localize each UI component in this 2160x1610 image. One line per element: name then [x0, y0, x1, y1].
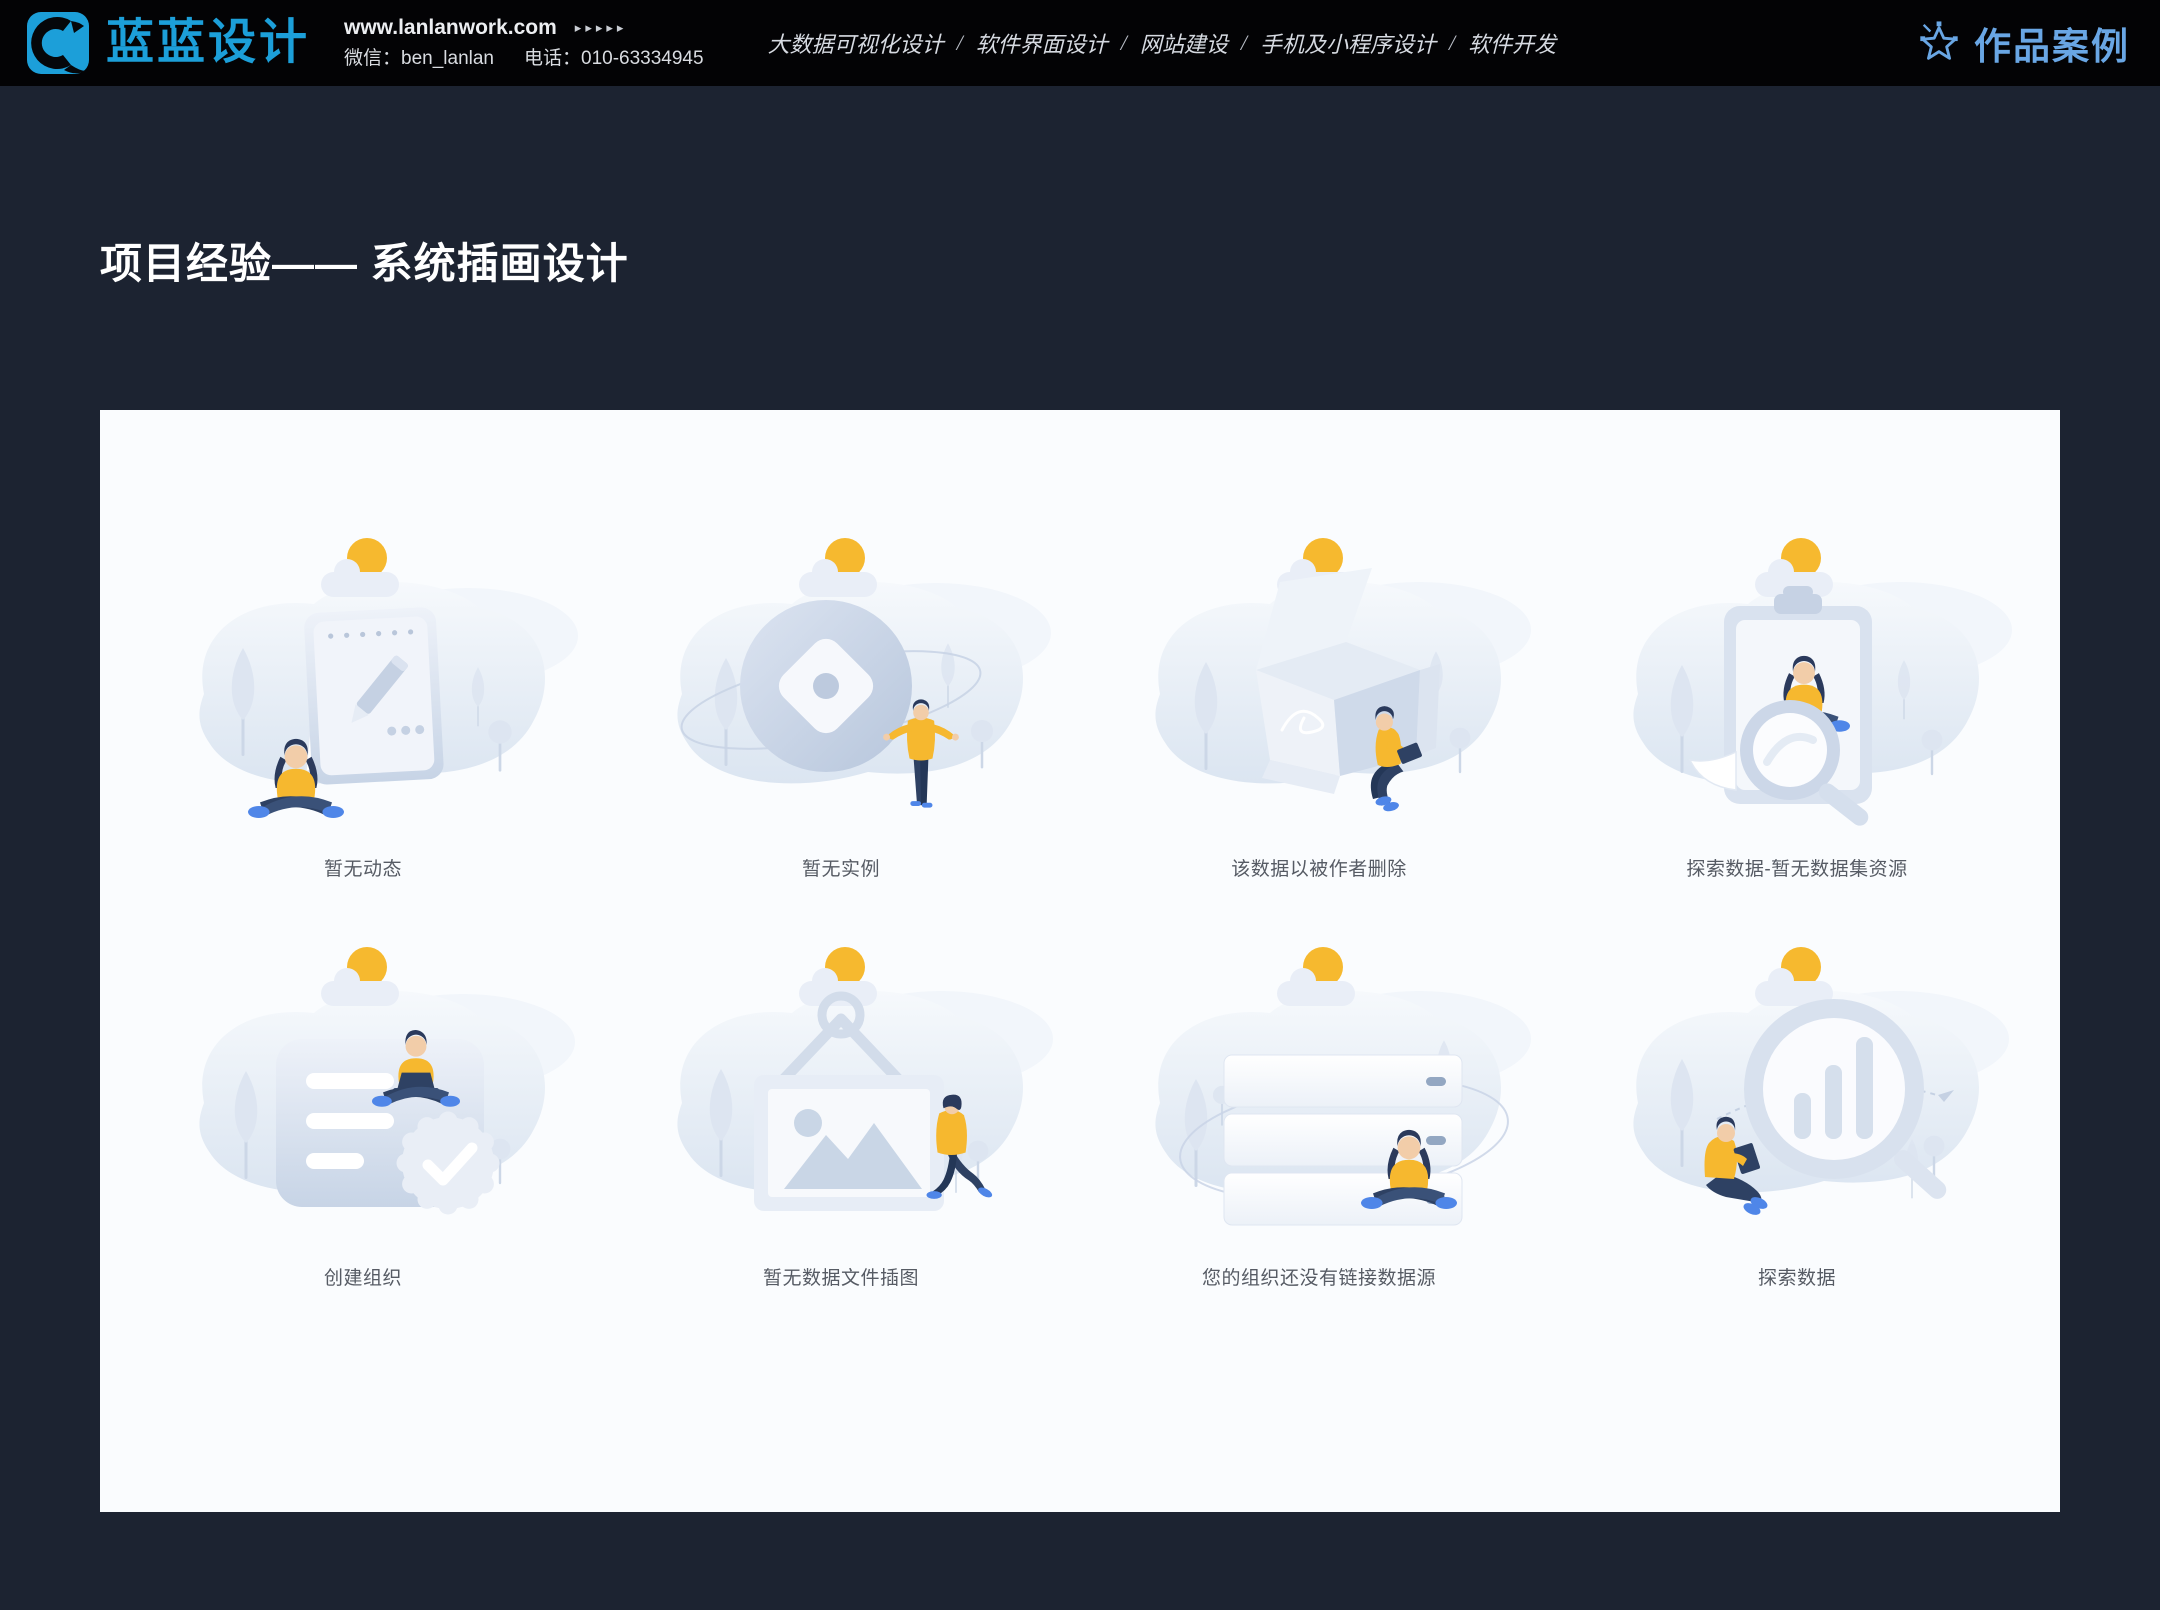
- tile-caption: 创建组织: [324, 1263, 402, 1290]
- nav-separator: /: [1121, 30, 1127, 56]
- nav-item-bigdata[interactable]: 大数据可视化设计: [768, 27, 944, 59]
- nav-item-mobile-miniapp[interactable]: 手机及小程序设计: [1260, 27, 1436, 59]
- picture-frame-illustration: [626, 927, 1056, 1239]
- nav-separator: /: [1449, 30, 1455, 56]
- lanlan-logo-icon: [26, 11, 90, 75]
- website-url[interactable]: www.lanlanwork.com: [344, 16, 557, 40]
- illustration-tile: 暂无数据文件插图: [602, 927, 1080, 1290]
- illustration-grid: 暂无动态 暂无实例: [100, 410, 2060, 1290]
- illustration-tile: 暂无动态: [124, 518, 602, 881]
- works-link[interactable]: 作品案例: [1916, 16, 2160, 70]
- services-nav: 大数据可视化设计 / 软件界面设计 / 网站建设 / 手机及小程序设计 / 软件…: [768, 27, 1557, 59]
- empty-open-box-illustration: [1104, 518, 1534, 830]
- nav-item-software-dev[interactable]: 软件开发: [1468, 27, 1556, 59]
- tile-caption: 探索数据-暂无数据集资源: [1686, 854, 1907, 881]
- page-title: 项目经验—— 系统插画设计: [100, 230, 629, 291]
- tile-caption: 暂无实例: [802, 854, 880, 881]
- nav-item-website[interactable]: 网站建设: [1140, 27, 1228, 59]
- arrows-decoration: ▸▸▸▸▸: [575, 20, 628, 36]
- tile-caption: 您的组织还没有链接数据源: [1202, 1263, 1436, 1290]
- showcase-card: 暂无动态 暂无实例: [100, 410, 2060, 1512]
- works-label: 作品案例: [1974, 16, 2130, 70]
- chart-magnifier-illustration: [1582, 927, 2012, 1239]
- pen-star-icon: [1916, 20, 1962, 66]
- illustration-tile: 该数据以被作者删除: [1080, 518, 1558, 881]
- logo-text: 蓝蓝设计: [106, 19, 310, 67]
- illustration-tile: 探索数据-暂无数据集资源: [1558, 518, 2036, 881]
- header-bar: 蓝蓝设计 www.lanlanwork.com ▸▸▸▸▸ 微信：ben_lan…: [0, 0, 2160, 86]
- logo-link[interactable]: 蓝蓝设计: [0, 11, 310, 75]
- tile-caption: 暂无数据文件插图: [763, 1263, 919, 1290]
- nav-separator: /: [1241, 30, 1247, 56]
- nav-separator: /: [957, 30, 963, 56]
- notepad-pencil-illustration: [148, 518, 578, 830]
- illustration-tile: 暂无实例: [602, 518, 1080, 881]
- illustration-tile: 创建组织: [124, 927, 602, 1290]
- tile-caption: 探索数据: [1758, 1263, 1836, 1290]
- nav-item-software-ui[interactable]: 软件界面设计: [976, 27, 1108, 59]
- clipboard-magnifier-illustration: [1582, 518, 2012, 830]
- tile-caption: 该数据以被作者删除: [1231, 854, 1407, 881]
- illustration-tile: 探索数据: [1558, 927, 2036, 1290]
- illustration-tile: 您的组织还没有链接数据源: [1080, 927, 1558, 1290]
- phone-label: 电话：010-63334945: [524, 43, 704, 70]
- tile-caption: 暂无动态: [324, 854, 402, 881]
- compass-disc-illustration: [626, 518, 1056, 830]
- list-card-check-illustration: [148, 927, 578, 1239]
- server-stack-illustration: [1104, 927, 1534, 1239]
- contact-block: www.lanlanwork.com ▸▸▸▸▸ 微信：ben_lanlan 电…: [344, 16, 704, 70]
- wechat-label: 微信：ben_lanlan: [344, 43, 494, 70]
